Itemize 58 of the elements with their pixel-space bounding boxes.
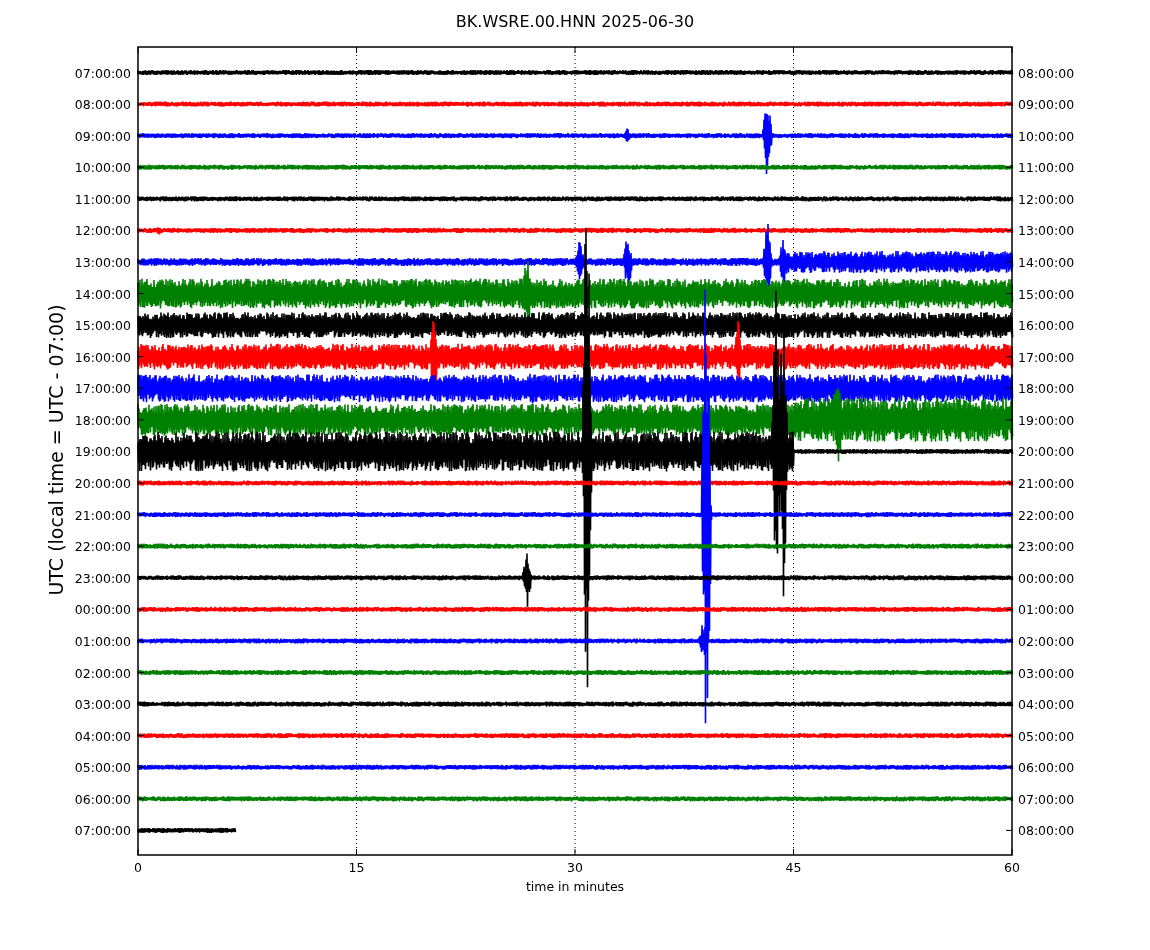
time-label: 23:00:00 [74,570,131,586]
axis-title: time in minutes [525,879,625,894]
time-label: 14:00:00 [74,286,131,302]
tick-label: 60 [1004,860,1020,875]
time-label: 13:00:00 [1018,223,1075,239]
time-label: 05:00:00 [1018,728,1075,744]
time-label: 06:00:00 [1018,760,1075,776]
time-label: 21:00:00 [74,507,131,523]
time-label: 20:00:00 [1018,444,1075,460]
time-label: 22:00:00 [74,539,131,555]
time-label: 08:00:00 [74,97,131,113]
time-label: 13:00:00 [74,255,131,270]
time-label: 04:00:00 [1018,697,1075,713]
time-label: 08:00:00 [1018,65,1075,81]
time-label: 23:00:00 [1018,539,1075,555]
time-label: 02:00:00 [1018,633,1075,649]
time-label: 19:00:00 [74,444,131,460]
time-label: 20:00:00 [74,476,131,492]
tick-label: 30 [567,860,583,875]
time-label: 18:00:00 [1018,381,1075,397]
tick-label: 0 [134,860,142,875]
time-label: 19:00:00 [1018,412,1075,428]
time-label: 09:00:00 [74,128,131,144]
time-label: 12:00:00 [74,223,131,239]
time-label: 10:00:00 [1018,128,1075,144]
time-label: 00:00:00 [74,602,131,618]
time-label: 10:00:00 [74,160,131,176]
time-label: 12:00:00 [1018,191,1075,207]
time-label: 07:00:00 [74,823,131,839]
chart-title: BK.WSRE.00.HNN 2025-06-30 [455,12,695,31]
time-label: 01:00:00 [74,633,131,649]
time-label: 07:00:00 [74,65,131,81]
time-label: 09:00:00 [1018,97,1075,113]
time-label: 22:00:00 [1018,507,1075,523]
time-label: 14:00:00 [1018,255,1075,270]
time-label: 08:00:00 [1018,823,1075,839]
tick-label: 15 [348,860,365,875]
time-label: 07:00:00 [1018,791,1075,807]
time-label: 21:00:00 [1018,476,1075,492]
time-label: 18:00:00 [74,412,131,428]
time-label: 15:00:00 [1018,286,1075,302]
time-label: 03:00:00 [1018,665,1075,681]
time-label: 06:00:00 [74,791,131,807]
time-label: 03:00:00 [74,697,131,713]
time-label: 04:00:00 [74,728,131,744]
time-label: 05:00:00 [74,760,131,776]
tick-label: 45 [785,860,802,875]
time-label: 16:00:00 [74,349,131,365]
time-label: 00:00:00 [1018,570,1075,586]
time-label: 16:00:00 [1018,318,1075,334]
time-label: 11:00:00 [74,191,131,207]
time-label: 01:00:00 [1018,602,1075,618]
time-label: 17:00:00 [74,381,131,397]
axis-title: UTC (local time = UTC - 07:00) [45,304,67,596]
time-label: 11:00:00 [1018,160,1075,176]
time-label: 02:00:00 [74,665,131,681]
time-label: 15:00:00 [74,318,131,334]
time-label: 17:00:00 [1018,349,1075,365]
